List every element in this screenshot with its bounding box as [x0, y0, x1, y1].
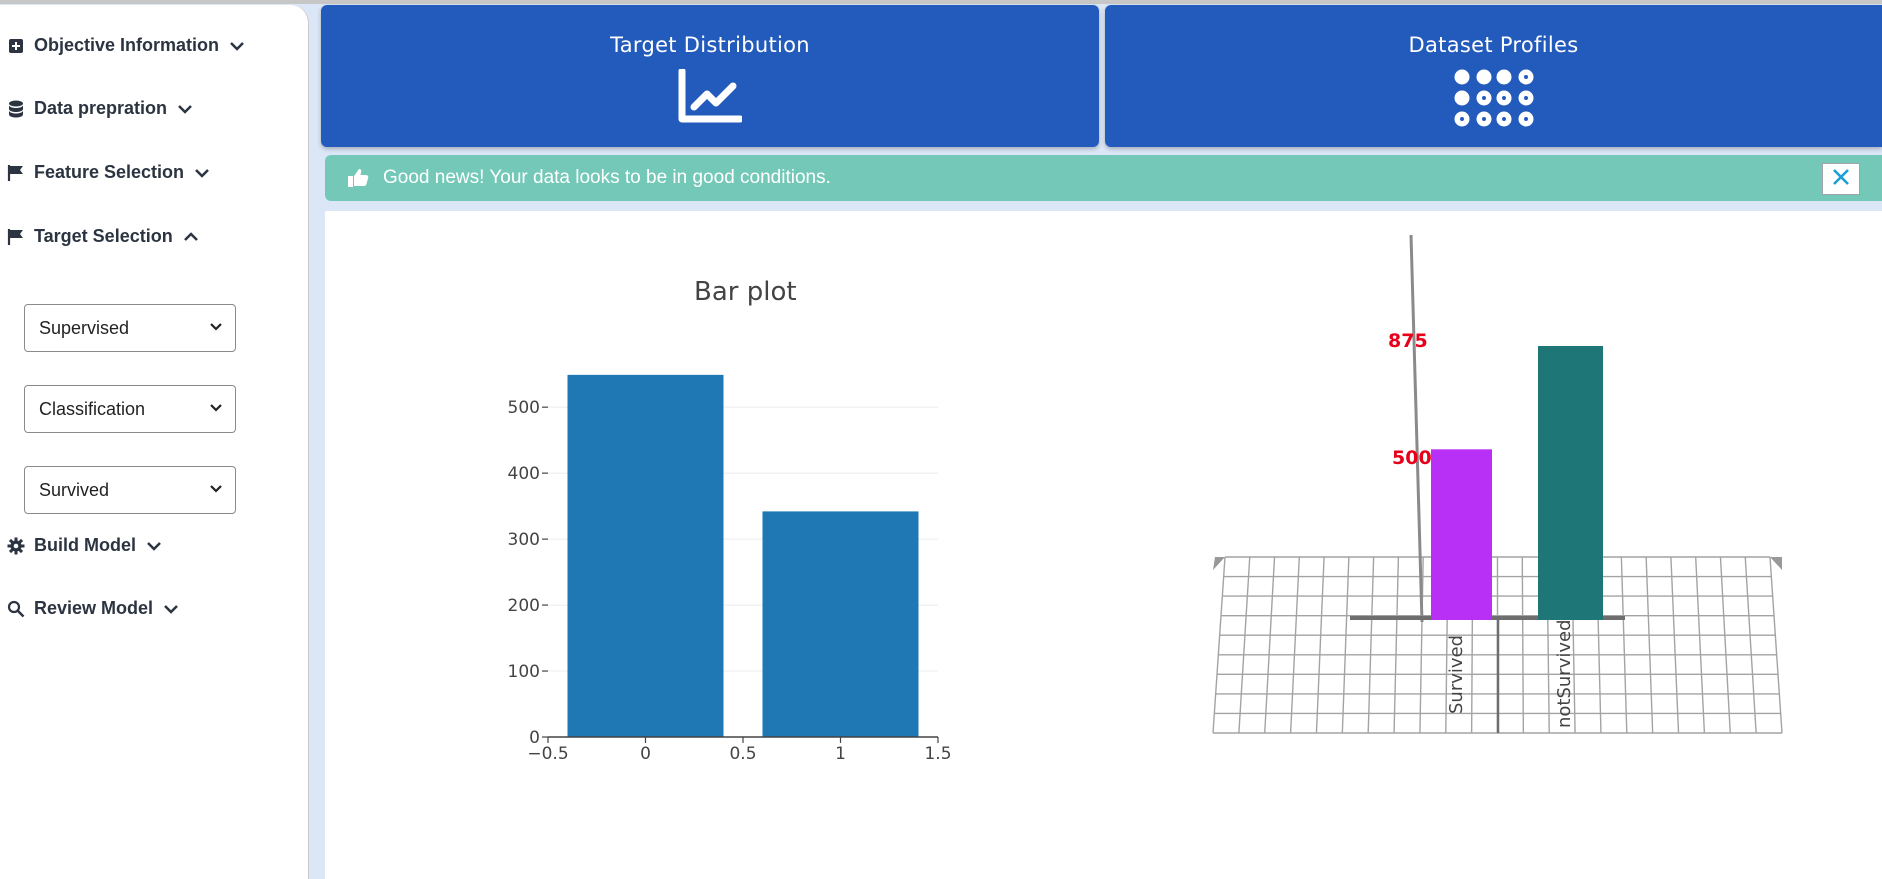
value-label-3d: 875	[1388, 330, 1428, 352]
value-label-3d: 500	[1392, 447, 1432, 469]
category-label-3d: Survived	[1446, 635, 1467, 714]
bar-3d	[1431, 449, 1492, 620]
bar-3d-chart: Survived notSurvived 875 500	[1212, 234, 1783, 734]
bar-3d	[1538, 346, 1603, 620]
category-label-3d: notSurvived	[1554, 619, 1575, 728]
